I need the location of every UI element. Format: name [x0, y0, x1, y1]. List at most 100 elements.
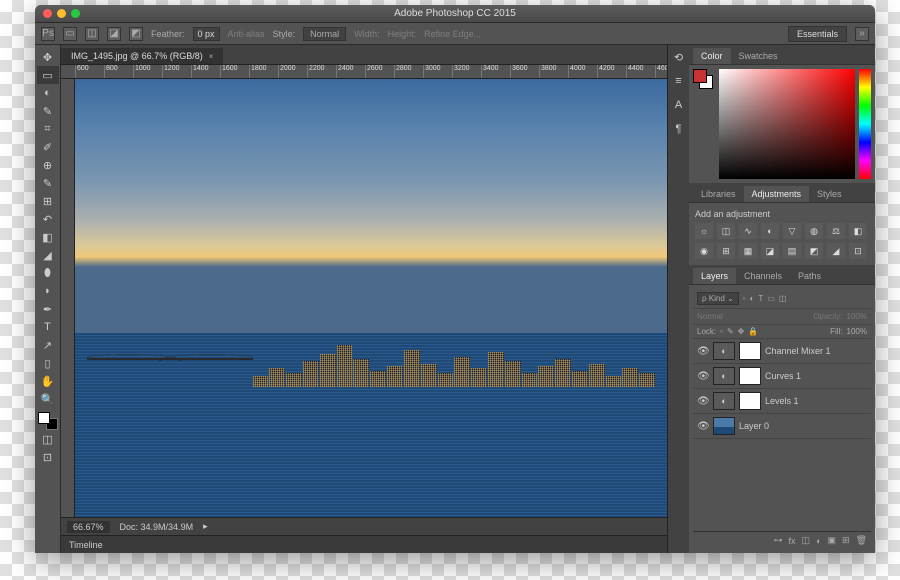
opacity-value[interactable]: 100% — [847, 312, 867, 321]
brush-tool[interactable]: ✎ — [37, 174, 59, 192]
new-group-icon[interactable]: ▣ — [828, 535, 837, 546]
marquee-tool[interactable]: ▭ — [37, 66, 59, 84]
crop-tool[interactable]: ⌗ — [37, 120, 59, 138]
visibility-toggle-icon[interactable]: 👁 — [697, 371, 709, 382]
selection-mode-add-icon[interactable]: ◪ — [107, 27, 121, 41]
stamp-tool[interactable]: ⊞ — [37, 192, 59, 210]
visibility-toggle-icon[interactable]: 👁 — [697, 346, 709, 357]
visibility-toggle-icon[interactable]: 👁 — [697, 421, 709, 432]
link-layers-icon[interactable]: ⊶ — [774, 535, 783, 546]
color-lookup-adj-icon[interactable]: ▦ — [739, 243, 757, 259]
bw-adj-icon[interactable]: ◧ — [849, 223, 867, 239]
screen-mode-icon[interactable]: ⊡ — [37, 448, 59, 466]
eyedropper-tool[interactable]: ✐ — [37, 138, 59, 156]
filter-pixel-icon[interactable]: ▫ — [743, 294, 746, 303]
invert-adj-icon[interactable]: ◪ — [761, 243, 779, 259]
close-tab-icon[interactable]: × — [209, 52, 214, 61]
layer-row[interactable]: 👁◐Channel Mixer 1 — [693, 339, 871, 364]
layer-name[interactable]: Layer 0 — [739, 421, 769, 431]
channel-mixer-adj-icon[interactable]: ⊞ — [717, 243, 735, 259]
selection-mode-new-icon[interactable]: ◫ — [85, 27, 99, 41]
layer-name[interactable]: Levels 1 — [765, 396, 799, 406]
move-tool[interactable]: ✥ — [37, 48, 59, 66]
tab-layers[interactable]: Layers — [693, 268, 736, 284]
lock-all-icon[interactable]: 🔒 — [748, 327, 758, 336]
tab-swatches[interactable]: Swatches — [731, 48, 786, 64]
hue-adj-icon[interactable]: ◍ — [805, 223, 823, 239]
quick-select-tool[interactable]: ✎ — [37, 102, 59, 120]
vibrance-adj-icon[interactable]: ▽ — [783, 223, 801, 239]
tab-adjustments[interactable]: Adjustments — [744, 186, 810, 202]
healing-tool[interactable]: ⊕ — [37, 156, 59, 174]
levels-adj-icon[interactable]: ◫ — [717, 223, 735, 239]
selective-color-adj-icon[interactable]: ⊡ — [849, 243, 867, 259]
tab-color[interactable]: Color — [693, 48, 731, 64]
fill-value[interactable]: 100% — [847, 327, 867, 336]
path-select-tool[interactable]: ↗ — [37, 336, 59, 354]
quick-mask-icon[interactable]: ◫ — [37, 430, 59, 448]
layer-name[interactable]: Curves 1 — [765, 371, 801, 381]
gradient-tool[interactable]: ◢ — [37, 246, 59, 264]
brightness-adj-icon[interactable]: ☼ — [695, 223, 713, 239]
color-balance-adj-icon[interactable]: ⚖ — [827, 223, 845, 239]
layer-mask-thumb[interactable] — [739, 392, 761, 410]
layer-filter-kind[interactable]: ρ Kind ⌄ — [697, 292, 739, 305]
delete-layer-icon[interactable]: 🗑 — [856, 535, 867, 546]
shape-tool[interactable]: ▯ — [37, 354, 59, 372]
gradient-map-adj-icon[interactable]: ◢ — [827, 243, 845, 259]
dodge-tool[interactable]: ◗ — [37, 282, 59, 300]
tool-preset-icon[interactable]: ▭ — [63, 27, 77, 41]
color-panel-swatches[interactable] — [693, 69, 715, 179]
threshold-adj-icon[interactable]: ◩ — [805, 243, 823, 259]
paragraph-panel-icon[interactable]: ¶ — [671, 123, 687, 139]
zoom-tool[interactable]: 🔍 — [37, 390, 59, 408]
timeline-panel-tab[interactable]: Timeline — [61, 535, 667, 553]
filter-smart-icon[interactable]: ◫ — [779, 294, 787, 303]
lock-pos-icon[interactable]: ✥ — [738, 327, 745, 336]
photo-filter-adj-icon[interactable]: ◉ — [695, 243, 713, 259]
zoom-level[interactable]: 66.67% — [67, 521, 110, 533]
layer-name[interactable]: Channel Mixer 1 — [765, 346, 831, 356]
tab-channels[interactable]: Channels — [736, 268, 790, 284]
feather-input[interactable]: 0 px — [193, 27, 220, 41]
visibility-toggle-icon[interactable]: 👁 — [697, 396, 709, 407]
refine-edge-button[interactable]: Refine Edge... — [424, 29, 481, 39]
search-icon[interactable]: » — [855, 27, 869, 41]
lasso-tool[interactable]: ◐ — [37, 84, 59, 102]
eraser-tool[interactable]: ◧ — [37, 228, 59, 246]
pen-tool[interactable]: ✒ — [37, 300, 59, 318]
posterize-adj-icon[interactable]: ▤ — [783, 243, 801, 259]
new-layer-icon[interactable]: ⊞ — [842, 535, 850, 546]
new-adj-layer-icon[interactable]: ◐ — [816, 536, 821, 546]
character-panel-icon[interactable]: A — [671, 99, 687, 115]
history-panel-icon[interactable]: ⟲ — [671, 51, 687, 67]
properties-panel-icon[interactable]: ≡ — [671, 75, 687, 91]
filter-type-icon[interactable]: T — [758, 294, 763, 303]
canvas[interactable] — [75, 79, 667, 517]
foreground-color[interactable] — [38, 412, 50, 424]
layer-fx-icon[interactable]: fx — [789, 536, 796, 546]
lock-pixel-icon[interactable]: ✎ — [727, 327, 734, 336]
exposure-adj-icon[interactable]: ◐ — [761, 223, 779, 239]
color-field[interactable] — [719, 69, 855, 179]
layer-row[interactable]: 👁 Layer 0 — [693, 414, 871, 439]
layer-row[interactable]: 👁◐Levels 1 — [693, 389, 871, 414]
curves-adj-icon[interactable]: ∿ — [739, 223, 757, 239]
blend-mode-select[interactable]: Normal — [697, 312, 723, 321]
tab-styles[interactable]: Styles — [809, 186, 850, 202]
status-chevron-icon[interactable]: ▸ — [203, 521, 208, 532]
tab-paths[interactable]: Paths — [790, 268, 829, 284]
filter-adj-icon[interactable]: ◐ — [750, 294, 755, 303]
color-swatches[interactable] — [38, 412, 58, 430]
add-mask-icon[interactable]: ◫ — [802, 535, 811, 546]
blur-tool[interactable]: ⬮ — [37, 264, 59, 282]
style-select[interactable]: Normal — [303, 27, 346, 41]
layer-row[interactable]: 👁◐Curves 1 — [693, 364, 871, 389]
ps-menu-icon[interactable]: Ps — [41, 27, 55, 41]
workspace-switcher[interactable]: Essentials — [788, 26, 847, 42]
document-tab[interactable]: IMG_1495.jpg @ 66.7% (RGB/8) × — [61, 48, 223, 64]
tab-libraries[interactable]: Libraries — [693, 186, 744, 202]
history-brush-tool[interactable]: ↶ — [37, 210, 59, 228]
lock-trans-icon[interactable]: ▫ — [720, 327, 723, 336]
selection-mode-subtract-icon[interactable]: ◩ — [129, 27, 143, 41]
